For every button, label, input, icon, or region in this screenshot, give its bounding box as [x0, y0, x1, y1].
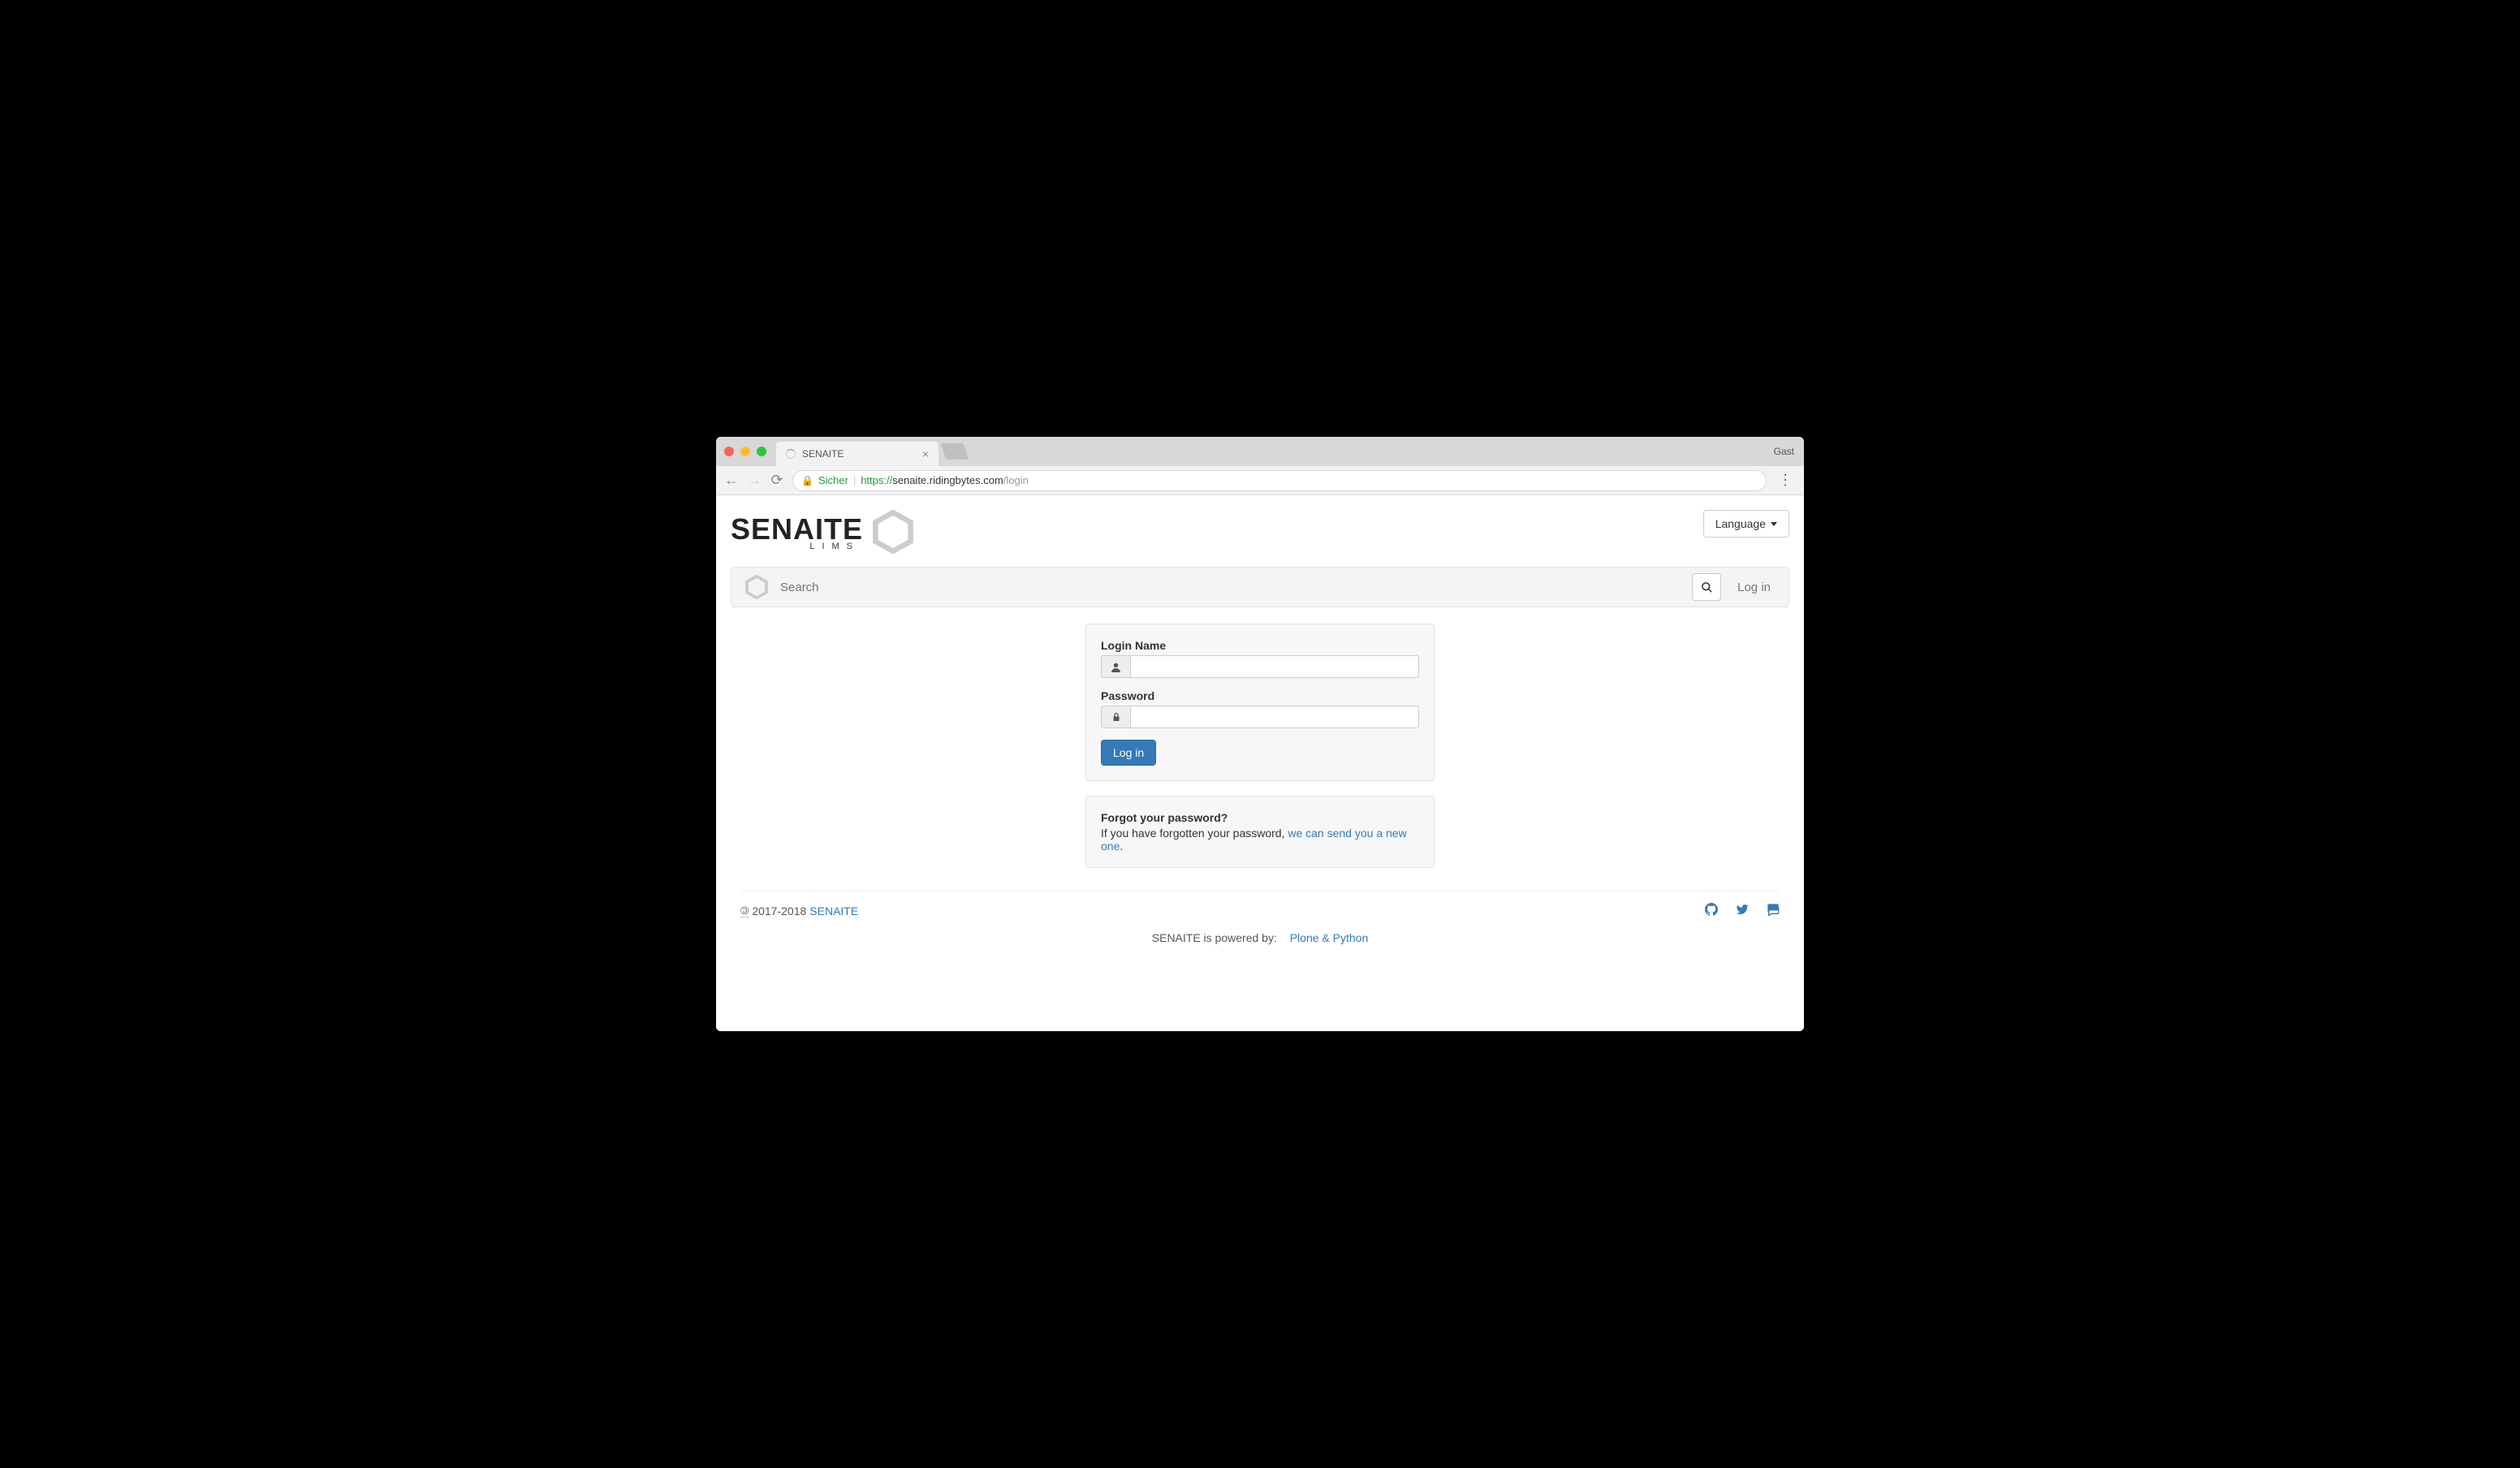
hexagon-icon [744, 575, 769, 599]
tab-bar: SENAITE × Gast [716, 437, 1804, 466]
close-window-button[interactable] [724, 447, 734, 456]
browser-tab[interactable]: SENAITE × [776, 442, 939, 466]
copyright-years: 2017-2018 [752, 905, 806, 918]
github-icon[interactable] [1705, 903, 1718, 918]
login-name-label: Login Name [1101, 639, 1419, 652]
login-panel: Login Name Password Log in [1085, 624, 1435, 781]
chevron-down-icon [1771, 522, 1777, 526]
twitter-icon[interactable] [1736, 903, 1749, 918]
login-submit-button[interactable]: Log in [1101, 740, 1156, 766]
lock-icon: 🔒 [801, 475, 813, 486]
window-controls [724, 447, 766, 456]
tab-title: SENAITE [802, 448, 916, 460]
footer: © 2017-2018 SENAITE [716, 903, 1804, 923]
forgot-password-title: Forgot your password? [1101, 811, 1419, 824]
powered-text: SENAITE is powered by: [1152, 931, 1277, 944]
back-button[interactable]: ← [724, 472, 739, 489]
footer-brand-link[interactable]: SENAITE [809, 905, 858, 918]
password-input[interactable] [1130, 706, 1419, 728]
minimize-window-button[interactable] [740, 447, 750, 456]
copyright: © 2017-2018 SENAITE [740, 904, 858, 918]
url-field[interactable]: 🔒 Sicher | https://senaite.ridingbytes.c… [792, 470, 1767, 491]
address-bar: ← → ⟳ 🔒 Sicher | https://senaite.ridingb… [716, 466, 1804, 495]
copyleft-icon: © [740, 904, 749, 918]
password-label: Password [1101, 689, 1419, 702]
login-link[interactable]: Log in [1732, 581, 1776, 594]
language-dropdown[interactable]: Language [1703, 510, 1789, 538]
lock-icon [1101, 706, 1130, 728]
brand-logo[interactable]: SENAITE LIMS [731, 510, 915, 554]
maximize-window-button[interactable] [757, 447, 766, 456]
hexagon-icon [871, 510, 915, 554]
url-text: https://senaite.ridingbytes.com/login [861, 474, 1029, 486]
search-icon [1701, 581, 1713, 594]
user-icon [1101, 655, 1130, 678]
language-label: Language [1715, 517, 1766, 530]
footer-social-icons [1705, 903, 1780, 918]
search-input[interactable] [780, 581, 1681, 594]
browser-window: SENAITE × Gast ← → ⟳ 🔒 Sicher | https://… [716, 437, 1804, 1031]
login-name-input[interactable] [1130, 655, 1419, 678]
password-group [1101, 706, 1419, 728]
search-toolbar: Log in [731, 567, 1789, 607]
page-header: SENAITE LIMS Language [716, 495, 1804, 562]
reload-button[interactable]: ⟳ [770, 472, 784, 489]
forgot-password-text: If you have forgotten your password, we … [1101, 827, 1419, 853]
page-content: SENAITE LIMS Language [716, 495, 1804, 1031]
chat-icon[interactable] [1767, 903, 1780, 918]
url-separator: | [853, 474, 856, 486]
close-tab-button[interactable]: × [922, 447, 929, 460]
powered-link[interactable]: Plone & Python [1290, 931, 1369, 944]
browser-menu-button[interactable]: ⋮ [1775, 472, 1796, 489]
powered-by: SENAITE is powered by: Plone & Python [716, 923, 1804, 993]
loading-spinner-icon [786, 449, 796, 459]
footer-divider [740, 891, 1780, 892]
forward-button[interactable]: → [747, 472, 762, 489]
secure-label: Sicher [818, 474, 848, 486]
search-button[interactable] [1692, 573, 1721, 601]
main-column: Login Name Password Log in Forg [716, 624, 1804, 868]
login-name-group [1101, 655, 1419, 678]
profile-label[interactable]: Gast [1774, 446, 1794, 457]
new-tab-button[interactable] [940, 443, 969, 460]
forgot-password-panel: Forgot your password? If you have forgot… [1085, 796, 1435, 868]
